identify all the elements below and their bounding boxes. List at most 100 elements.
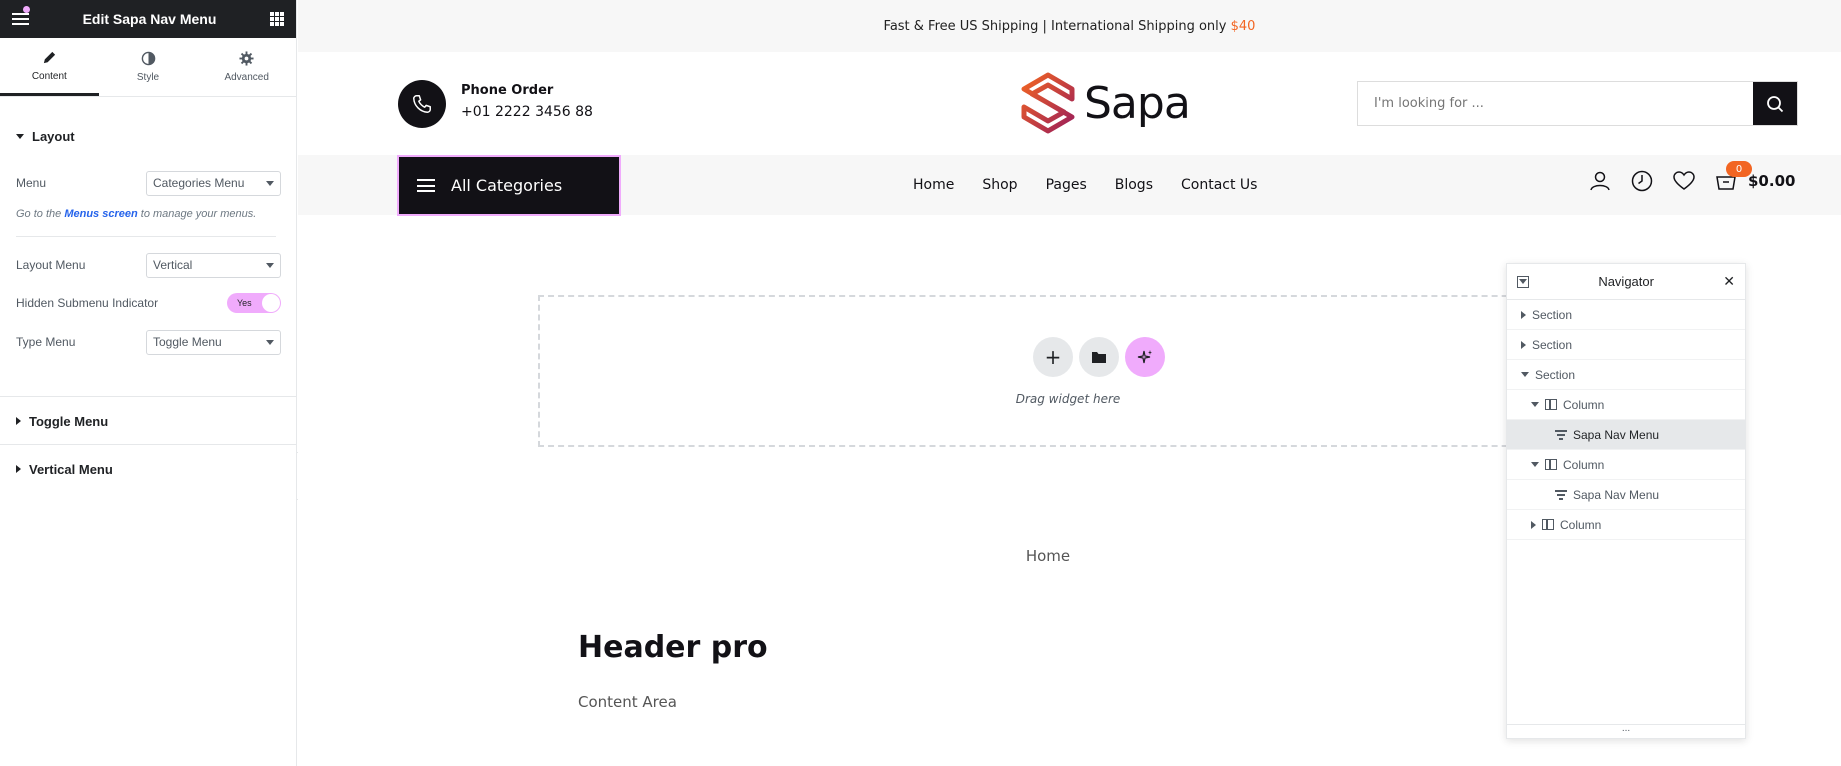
navigator-resize-handle[interactable]: ... [1507, 724, 1745, 738]
caret-down-icon [1519, 279, 1527, 284]
header-main: Phone Order +01 2222 3456 88 Sapa [298, 52, 1841, 155]
plus-icon: + [1044, 345, 1062, 369]
navigator-panel: Navigator ✕ Section Section Section Column S… [1506, 263, 1746, 739]
column-icon [1542, 519, 1554, 530]
menu-item-home[interactable]: Home [913, 177, 954, 193]
dropzone-label: Drag widget here [1015, 392, 1121, 406]
note-prefix: Go to the [16, 208, 62, 220]
layout-menu-label: Layout Menu [16, 258, 86, 272]
tab-style[interactable]: Style [99, 38, 198, 96]
user-icon[interactable] [1588, 169, 1612, 193]
ai-button[interactable] [1125, 337, 1165, 377]
toggle-menu-section-toggle[interactable]: Toggle Menu [0, 413, 124, 429]
hidden-submenu-indicator-label: Hidden Submenu Indicator [16, 296, 159, 310]
navigator-item-label: Column [1563, 457, 1605, 472]
caret-right-icon[interactable] [1531, 520, 1536, 529]
search-button[interactable] [1753, 82, 1797, 125]
heart-icon[interactable] [1672, 169, 1696, 193]
caret-down-icon[interactable] [1521, 372, 1529, 377]
navigator-tree: Section Section Section Column Sapa Nav Menu… [1507, 300, 1745, 540]
topbar-text: Fast & Free US Shipping | International … [883, 18, 1227, 34]
phone-number[interactable]: +01 2222 3456 88 [461, 104, 593, 120]
layout-section-toggle[interactable]: Layout [0, 128, 91, 144]
caret-right-icon [16, 417, 21, 425]
hidden-submenu-indicator-toggle[interactable]: Yes [227, 293, 281, 313]
caret-right-icon[interactable] [1521, 310, 1526, 319]
search-icon [1767, 95, 1784, 112]
logo-text: Sapa [1084, 77, 1191, 129]
cart-total: $0.00 [1748, 172, 1796, 190]
column-icon [1545, 399, 1557, 410]
add-section-button[interactable]: + [1033, 337, 1073, 377]
menu-item-shop[interactable]: Shop [982, 177, 1017, 193]
navigator-item-label: Section [1532, 337, 1573, 352]
widgets-grid-icon[interactable] [270, 12, 284, 26]
navigator-item-section[interactable]: Section [1507, 360, 1745, 390]
menu-label: Menu [16, 176, 47, 190]
type-menu-select[interactable]: Toggle Menu [146, 329, 281, 355]
panel-tabs: Content Style Advanced [0, 38, 296, 97]
menus-screen-link[interactable]: Menus screen [64, 208, 137, 220]
menu-control: Menu Categories Menu [0, 170, 297, 196]
caret-down-icon[interactable] [1531, 462, 1539, 467]
gear-icon [239, 51, 254, 66]
divider [16, 236, 276, 237]
navigator-item-column[interactable]: Column [1507, 390, 1745, 420]
menu-icon[interactable] [12, 13, 29, 25]
navigator-header: Navigator ✕ [1507, 264, 1745, 300]
sapa-logo-icon [1021, 72, 1075, 134]
site-logo[interactable]: Sapa [1020, 72, 1191, 134]
tab-advanced-label: Advanced [224, 72, 269, 83]
history-icon[interactable] [1630, 169, 1654, 193]
phone-icon [398, 80, 446, 128]
navbar: All Categories Home Shop Pages Blogs Con… [298, 155, 1841, 216]
panel-title: Edit Sapa Nav Menu [82, 11, 217, 27]
section-separator [0, 396, 296, 397]
caret-down-icon[interactable] [1531, 402, 1539, 407]
menus-note: Go to the Menus screen to manage your me… [16, 208, 256, 220]
widget-dropzone[interactable]: + Drag widget here [538, 295, 1598, 447]
main-menu: Home Shop Pages Blogs Contact Us [913, 155, 1257, 215]
menu-item-contact[interactable]: Contact Us [1181, 177, 1257, 193]
half-circle-icon [141, 51, 155, 66]
caret-down-icon [16, 133, 24, 139]
menu-select-value: Categories Menu [153, 176, 245, 190]
layout-menu-select[interactable]: Vertical [146, 252, 281, 278]
navigator-item-label: Section [1532, 307, 1573, 322]
navigator-item-section[interactable]: Section [1507, 300, 1745, 330]
tab-advanced[interactable]: Advanced [197, 38, 296, 96]
pencil-icon [43, 51, 55, 63]
caret-right-icon[interactable] [1521, 340, 1526, 349]
navigator-item-column[interactable]: Column [1507, 510, 1745, 540]
navigator-item-label: Sapa Nav Menu [1573, 487, 1660, 502]
folder-icon [1092, 352, 1106, 363]
phone-order-title: Phone Order [461, 83, 554, 98]
add-template-button[interactable] [1079, 337, 1119, 377]
layout-menu-value: Vertical [153, 258, 193, 272]
navigator-item-section[interactable]: Section [1507, 330, 1745, 360]
menu-item-blogs[interactable]: Blogs [1115, 177, 1153, 193]
navigator-item-widget[interactable]: Sapa Nav Menu [1507, 420, 1745, 450]
dropzone-actions: + [1033, 337, 1165, 377]
menu-select[interactable]: Categories Menu [146, 170, 281, 196]
vertical-menu-section-toggle[interactable]: Vertical Menu [0, 461, 129, 477]
navigator-item-column[interactable]: Column [1507, 450, 1745, 480]
section-separator [0, 444, 296, 445]
topbar-price: $40 [1230, 18, 1256, 34]
navigator-item-label: Sapa Nav Menu [1573, 427, 1660, 442]
menu-item-pages[interactable]: Pages [1046, 177, 1087, 193]
tab-content[interactable]: Content [0, 38, 99, 96]
close-icon[interactable]: ✕ [1723, 273, 1735, 290]
tab-content-label: Content [31, 70, 67, 82]
column-icon [1545, 459, 1557, 470]
navigator-item-widget[interactable]: Sapa Nav Menu [1507, 480, 1745, 510]
all-categories-button[interactable]: All Categories [397, 155, 621, 216]
notification-dot [23, 6, 30, 13]
search-input[interactable] [1358, 82, 1753, 125]
toggle-knob [262, 294, 280, 312]
cart[interactable]: 0 $0.00 [1714, 161, 1796, 193]
navigator-collapse-button[interactable] [1517, 275, 1529, 288]
dropdown-arrow-icon [266, 262, 274, 268]
layout-menu-control: Layout Menu Vertical [0, 252, 297, 278]
content-area: Content Area [578, 693, 677, 711]
